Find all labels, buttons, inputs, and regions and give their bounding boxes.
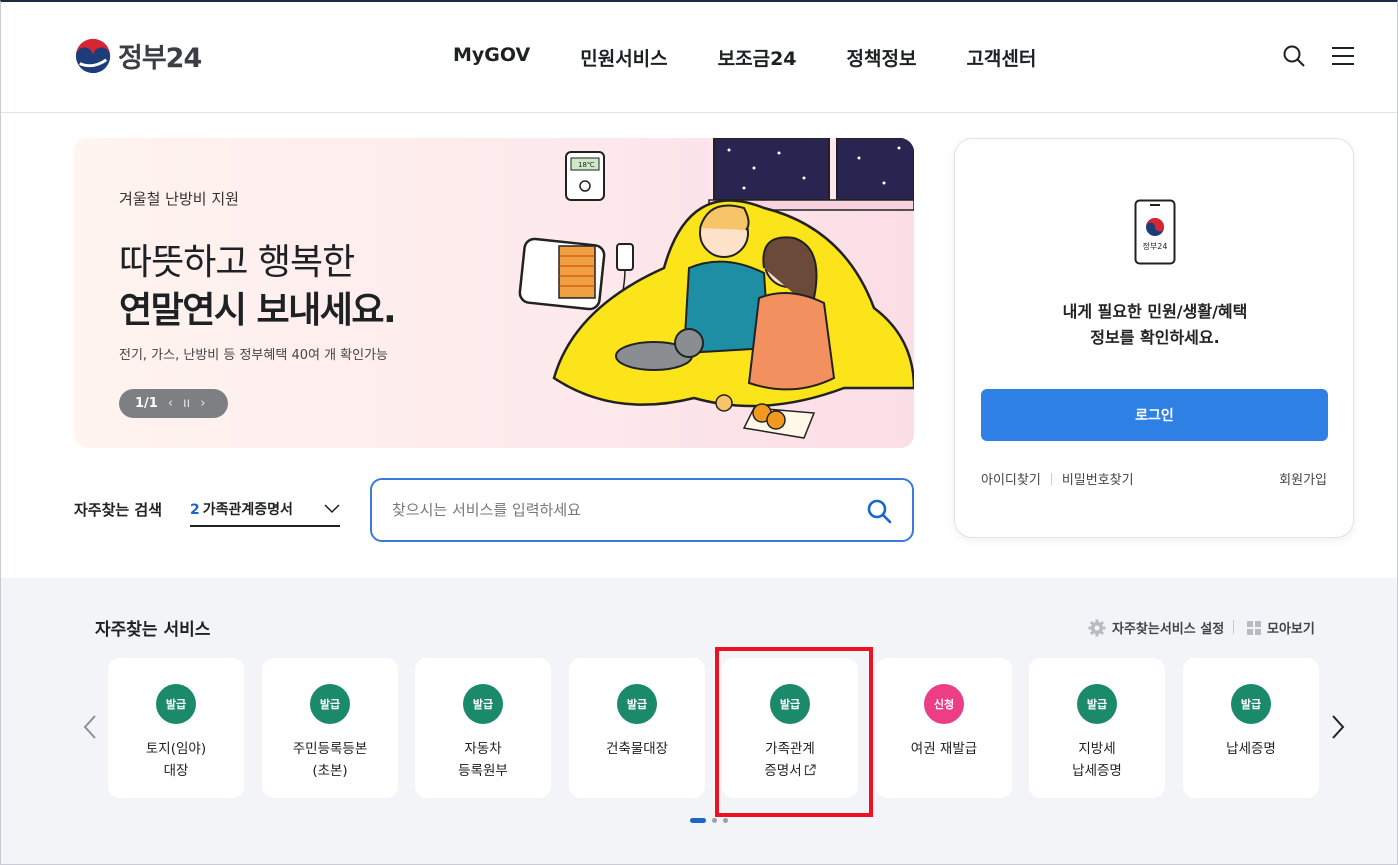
banner-title-line2: 연말연시 보내세요. xyxy=(119,290,397,331)
taegeuk-logo-icon xyxy=(75,38,111,73)
service-label-line2: (초본) xyxy=(312,763,348,779)
service-label-line1: 가족관계 xyxy=(765,741,815,757)
banner-title-line1: 따뜻하고 행복한 xyxy=(119,242,355,283)
frequent-search-rank: 2 xyxy=(190,502,200,518)
banner-prev-button[interactable]: ‹ xyxy=(168,396,173,411)
carousel-dot-1[interactable] xyxy=(690,818,706,823)
link-divider xyxy=(1050,472,1052,485)
service-badge: 발급 xyxy=(1231,684,1271,724)
search-submit-icon[interactable] xyxy=(866,498,892,524)
service-card-land-register[interactable]: 발급 토지(임야) 대장 xyxy=(108,658,244,798)
service-badge: 신청 xyxy=(924,684,964,724)
service-badge: 발급 xyxy=(1077,684,1117,724)
service-badge: 발급 xyxy=(310,684,350,724)
banner-illustration: 18℃ xyxy=(518,138,914,439)
banner-page-indicator: 1/1 xyxy=(135,396,158,411)
find-password-link[interactable]: 비밀번호찾기 xyxy=(1062,469,1134,488)
service-label-line2: 증명서 xyxy=(764,763,802,779)
service-badge: 발급 xyxy=(463,684,503,724)
service-card-vehicle-register[interactable]: 발급 자동차 등록원부 xyxy=(415,658,551,798)
view-all-label: 모아보기 xyxy=(1267,622,1315,637)
chevron-down-icon xyxy=(324,504,340,514)
service-search-box xyxy=(370,478,914,542)
service-card-family-certificate[interactable]: 발급 가족관계 증명서 xyxy=(722,658,858,798)
login-message: 내게 필요한 민원/생활/혜택 정보를 확인하세요. xyxy=(955,299,1355,351)
carousel-dot-3[interactable] xyxy=(723,818,728,823)
banner-subtitle: 겨울철 난방비 지원 xyxy=(119,190,239,208)
banner-pause-button[interactable]: ıı xyxy=(183,396,190,411)
service-badge: 발급 xyxy=(770,684,810,724)
banner-next-button[interactable]: › xyxy=(200,396,205,411)
service-search-input[interactable] xyxy=(392,496,852,524)
banner-description: 전기, 가스, 난방비 등 정부혜택 40여 개 확인가능 xyxy=(119,348,389,363)
phone-app-label: 정부24 xyxy=(1143,241,1168,251)
site-logo[interactable]: 정부24 xyxy=(74,36,202,75)
view-all-services-button[interactable]: 모아보기 xyxy=(1247,618,1315,637)
grid-icon xyxy=(1247,620,1261,635)
banner-pager: 1/1 ‹ ıı › xyxy=(119,389,228,418)
frequent-services-section: 자주찾는 서비스 자주찾는서비스 설정 모아보기 발급 토지(임야) 대장 발급… xyxy=(0,578,1398,865)
login-card: 정부24 내게 필요한 민원/생활/혜택 정보를 확인하세요. 로그인 아이디찾… xyxy=(954,138,1354,538)
logo-text: 정부24 xyxy=(118,43,202,74)
service-card-tax-certificate[interactable]: 발급 납세증명 xyxy=(1183,658,1319,798)
service-label-line1: 토지(임야) xyxy=(145,741,207,757)
login-button[interactable]: 로그인 xyxy=(981,389,1328,441)
site-header: 정부24 MyGOV 민원서비스 보조금24 정책정보 고객센터 xyxy=(0,0,1398,113)
login-message-line1: 내게 필요한 민원/생활/혜택 xyxy=(1062,302,1248,321)
gear-icon xyxy=(1088,619,1106,636)
services-header-divider xyxy=(1233,620,1234,634)
nav-mygov[interactable]: MyGOV xyxy=(453,44,530,71)
frequent-search-dropdown[interactable]: 2 가족관계증명서 xyxy=(190,493,340,527)
search-icon[interactable] xyxy=(1282,44,1306,68)
service-card-passport-reissue[interactable]: 신청 여권 재발급 xyxy=(876,658,1012,798)
frequent-search-label: 자주찾는 검색 xyxy=(74,501,163,519)
settings-label: 자주찾는서비스 설정 xyxy=(1112,622,1225,637)
nav-subsidy24[interactable]: 보조금24 xyxy=(718,44,797,71)
service-badge: 발급 xyxy=(156,684,196,724)
external-link-icon xyxy=(804,764,816,776)
carousel-pagination xyxy=(690,818,728,823)
carousel-prev-icon[interactable] xyxy=(80,714,100,740)
service-card-building-register[interactable]: 발급 건축물대장 xyxy=(569,658,705,798)
frequent-search-term: 가족관계증명서 xyxy=(202,502,293,518)
nav-civil-services[interactable]: 민원서비스 xyxy=(580,44,667,71)
service-label-line1: 여권 재발급 xyxy=(910,741,978,757)
service-badge: 발급 xyxy=(617,684,657,724)
service-card-local-tax-certificate[interactable]: 발급 지방세 납세증명 xyxy=(1029,658,1165,798)
service-label-line1: 지방세 xyxy=(1078,741,1116,757)
service-label-line2: 대장 xyxy=(163,763,189,779)
service-label-line1: 주민등록등본 xyxy=(292,741,368,757)
account-links: 아이디찾기 비밀번호찾기 xyxy=(981,469,1134,488)
service-label-line1: 납세증명 xyxy=(1226,741,1276,757)
find-id-link[interactable]: 아이디찾기 xyxy=(981,469,1041,488)
mobile-app-icon: 정부24 xyxy=(1134,199,1176,265)
frequent-services-title: 자주찾는 서비스 xyxy=(95,620,211,640)
menu-icon[interactable] xyxy=(1331,44,1355,68)
nav-customer-center[interactable]: 고객센터 xyxy=(966,44,1036,71)
frequent-services-settings-button[interactable]: 자주찾는서비스 설정 xyxy=(1088,618,1224,637)
carousel-dot-2[interactable] xyxy=(712,818,717,823)
service-label-line2: 등록원부 xyxy=(458,763,508,779)
main-nav: MyGOV 민원서비스 보조금24 정책정보 고객센터 xyxy=(453,44,1036,71)
service-label-line1: 자동차 xyxy=(464,741,502,757)
service-label-line1: 건축물대장 xyxy=(605,741,669,757)
promo-banner[interactable]: 겨울철 난방비 지원 따뜻하고 행복한 연말연시 보내세요. 전기, 가스, 난… xyxy=(74,138,914,448)
login-message-line2: 정보를 확인하세요. xyxy=(1090,328,1220,347)
thermostat-reading: 18℃ xyxy=(578,161,595,169)
signup-link[interactable]: 회원가입 xyxy=(1279,469,1327,488)
nav-policy-info[interactable]: 정책정보 xyxy=(847,44,917,71)
carousel-next-icon[interactable] xyxy=(1328,714,1348,740)
service-label-line2: 납세증명 xyxy=(1072,763,1122,779)
service-card-resident-register[interactable]: 발급 주민등록등본 (초본) xyxy=(262,658,398,798)
